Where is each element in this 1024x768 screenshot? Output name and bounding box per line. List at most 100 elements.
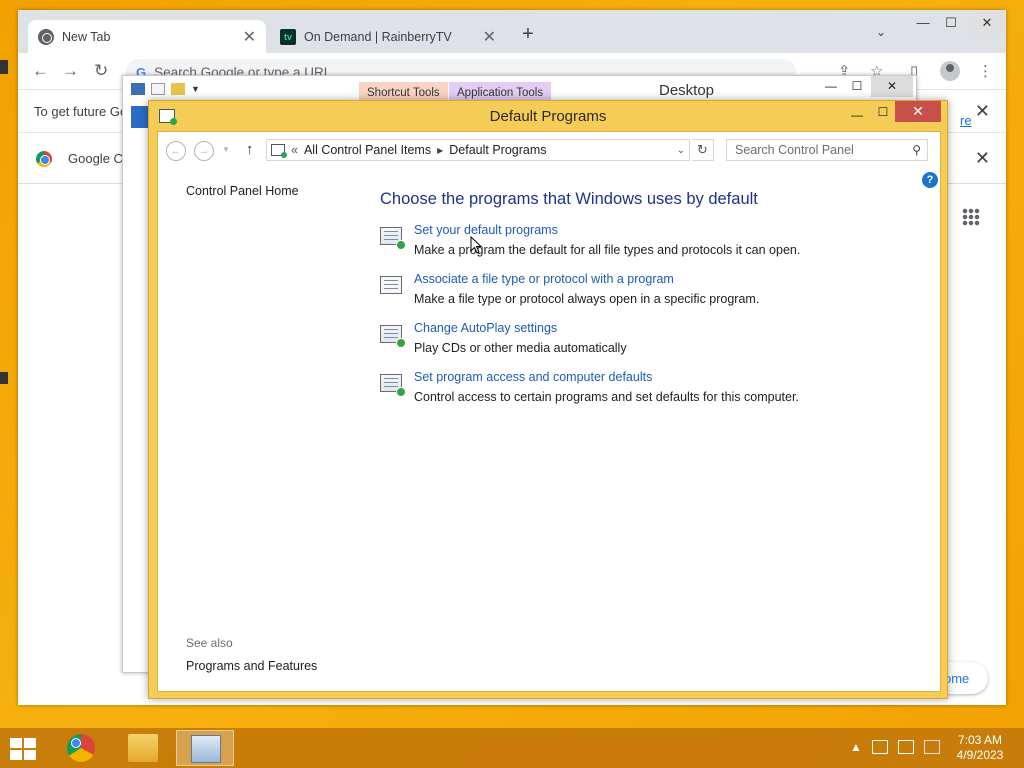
google-apps-icon[interactable]: [962, 208, 980, 226]
chrome-close-button[interactable]: ✕: [972, 12, 1002, 34]
info-bar-text: To get future Go: [34, 104, 128, 119]
start-button[interactable]: [10, 738, 38, 760]
volume-muted-icon[interactable]: [923, 740, 940, 754]
properties-icon[interactable]: [131, 83, 145, 95]
address-dropdown-icon[interactable]: ⌄: [677, 145, 685, 156]
tab-close-icon[interactable]: ✕: [483, 27, 496, 47]
tab-close-icon[interactable]: ✕: [243, 27, 256, 47]
info-bar-link[interactable]: re: [960, 113, 972, 128]
see-also-label: See also: [186, 636, 233, 650]
recent-locations-icon[interactable]: ▼: [222, 145, 230, 154]
task-description: Play CDs or other media automatically: [414, 341, 627, 355]
chrome-minimize-button[interactable]: —: [908, 12, 938, 34]
tray-chevron-icon[interactable]: ▲: [850, 740, 862, 754]
search-placeholder: Search Control Panel: [735, 143, 854, 157]
system-tray: ▲: [850, 740, 940, 754]
tab-title: On Demand | RainberryTV: [304, 29, 452, 44]
breadcrumb-overflow[interactable]: «: [291, 143, 298, 157]
windows-logo-icon: [10, 738, 22, 748]
chrome-icon: [67, 734, 95, 762]
refresh-icon[interactable]: ↻: [692, 139, 714, 161]
task-associate-file-type: Associate a file type or protocol with a…: [380, 272, 920, 316]
taskbar-control-panel[interactable]: [176, 730, 234, 766]
task-description: Control access to certain programs and s…: [414, 390, 799, 404]
action-center-flag-icon[interactable]: [871, 740, 888, 754]
page-title: Choose the programs that Windows uses by…: [380, 190, 758, 208]
back-arrow-icon[interactable]: ←: [32, 61, 49, 81]
breadcrumb-all-control-panel-items[interactable]: All Control Panel Items: [304, 143, 431, 157]
default-programs-icon: [380, 227, 406, 250]
chrome-tab-strip: New Tab ✕ tv On Demand | RainberryTV ✕ +…: [18, 10, 1006, 53]
taskbar: ▲ 7:03 AM 4/9/2023: [0, 728, 1024, 768]
file-explorer-icon: [128, 734, 158, 762]
change-autoplay-link[interactable]: Change AutoPlay settings: [414, 321, 557, 335]
explorer-maximize-button[interactable]: ☐: [845, 76, 869, 97]
chrome-icon: [38, 28, 54, 45]
cp-content: ← → ▼ ↑ « All Control Panel Items ▶ Defa…: [157, 131, 941, 692]
back-arrow-icon[interactable]: ←: [166, 141, 186, 161]
new-tab-button[interactable]: +: [516, 23, 540, 46]
default-programs-window: Default Programs — ☐ ✕ ← → ▼ ↑ « All Con…: [148, 100, 948, 699]
new-item-icon[interactable]: [151, 83, 165, 95]
default-browser-close-icon[interactable]: ✕: [975, 148, 990, 169]
cp-navigation-bar: ← → ▼ ↑ « All Control Panel Items ▶ Defa…: [158, 132, 940, 170]
quick-access-toolbar: ▼: [131, 83, 200, 95]
rainberrytv-icon: tv: [280, 28, 296, 45]
desktop-icon-fragment: [0, 372, 8, 384]
cp-titlebar: Default Programs — ☐ ✕: [149, 101, 947, 131]
task-description: Make a file type or protocol always open…: [414, 292, 760, 306]
program-access-icon: [380, 374, 406, 397]
cp-minimize-button[interactable]: —: [845, 105, 869, 126]
up-arrow-icon[interactable]: ↑: [246, 141, 254, 158]
breadcrumb-default-programs[interactable]: Default Programs: [449, 143, 546, 157]
breadcrumb-separator-icon[interactable]: ▶: [437, 146, 443, 155]
task-program-access: Set program access and computer defaults…: [380, 370, 920, 414]
explorer-title: Desktop: [659, 82, 715, 99]
programs-and-features-link[interactable]: Programs and Features: [186, 659, 317, 673]
reload-icon[interactable]: ↻: [94, 61, 108, 81]
explorer-minimize-button[interactable]: —: [819, 76, 843, 97]
windows-logo-icon: [24, 738, 36, 748]
chrome-icon: [36, 150, 52, 167]
profile-avatar-icon[interactable]: [940, 61, 960, 81]
desktop-icon-fragment: [0, 60, 8, 74]
control-panel-icon: [271, 144, 287, 158]
cp-close-button[interactable]: ✕: [895, 101, 941, 122]
set-default-programs-link[interactable]: Set your default programs: [414, 223, 558, 237]
qat-dropdown-icon[interactable]: ▼: [191, 84, 200, 94]
chrome-menu-icon[interactable]: ⋮: [978, 62, 993, 80]
clock-time: 7:03 AM: [957, 733, 1003, 747]
default-browser-text: Google C: [68, 151, 123, 166]
tab-rainberrytv[interactable]: tv On Demand | RainberryTV ✕: [270, 20, 506, 53]
search-icon[interactable]: ⚲: [912, 140, 921, 160]
control-panel-home-link[interactable]: Control Panel Home: [186, 184, 299, 198]
search-control-panel-input[interactable]: Search Control Panel ⚲: [726, 139, 928, 161]
task-autoplay: Change AutoPlay settings Play CDs or oth…: [380, 321, 920, 365]
forward-arrow-icon[interactable]: →: [62, 61, 79, 81]
tab-title: New Tab: [62, 29, 111, 44]
program-access-link[interactable]: Set program access and computer defaults: [414, 370, 652, 384]
network-icon[interactable]: [897, 740, 914, 754]
autoplay-icon: [380, 325, 406, 348]
cp-window-title: Default Programs: [489, 108, 607, 125]
windows-logo-icon: [10, 750, 22, 760]
task-set-default-programs: Set your default programs Make a program…: [380, 223, 920, 267]
explorer-close-button[interactable]: ✕: [871, 76, 913, 97]
control-panel-icon: [191, 735, 221, 763]
taskbar-chrome[interactable]: [52, 730, 110, 766]
taskbar-clock[interactable]: 7:03 AM 4/9/2023: [950, 733, 1010, 763]
help-icon[interactable]: ?: [922, 172, 938, 188]
tab-new-tab[interactable]: New Tab ✕: [28, 20, 266, 53]
cp-maximize-button[interactable]: ☐: [871, 102, 895, 123]
chrome-maximize-button[interactable]: ☐: [936, 12, 966, 34]
forward-arrow-icon[interactable]: →: [194, 141, 214, 161]
tab-search-button[interactable]: ⌄: [876, 25, 886, 39]
taskbar-file-explorer[interactable]: [114, 730, 172, 766]
windows-logo-icon: [24, 750, 36, 760]
file-association-icon: [380, 276, 402, 294]
folder-icon[interactable]: [171, 83, 185, 95]
clock-date: 4/9/2023: [956, 748, 1004, 762]
info-bar-close-icon[interactable]: ✕: [975, 101, 990, 122]
associate-file-type-link[interactable]: Associate a file type or protocol with a…: [414, 272, 674, 286]
address-bar[interactable]: « All Control Panel Items ▶ Default Prog…: [266, 139, 690, 161]
